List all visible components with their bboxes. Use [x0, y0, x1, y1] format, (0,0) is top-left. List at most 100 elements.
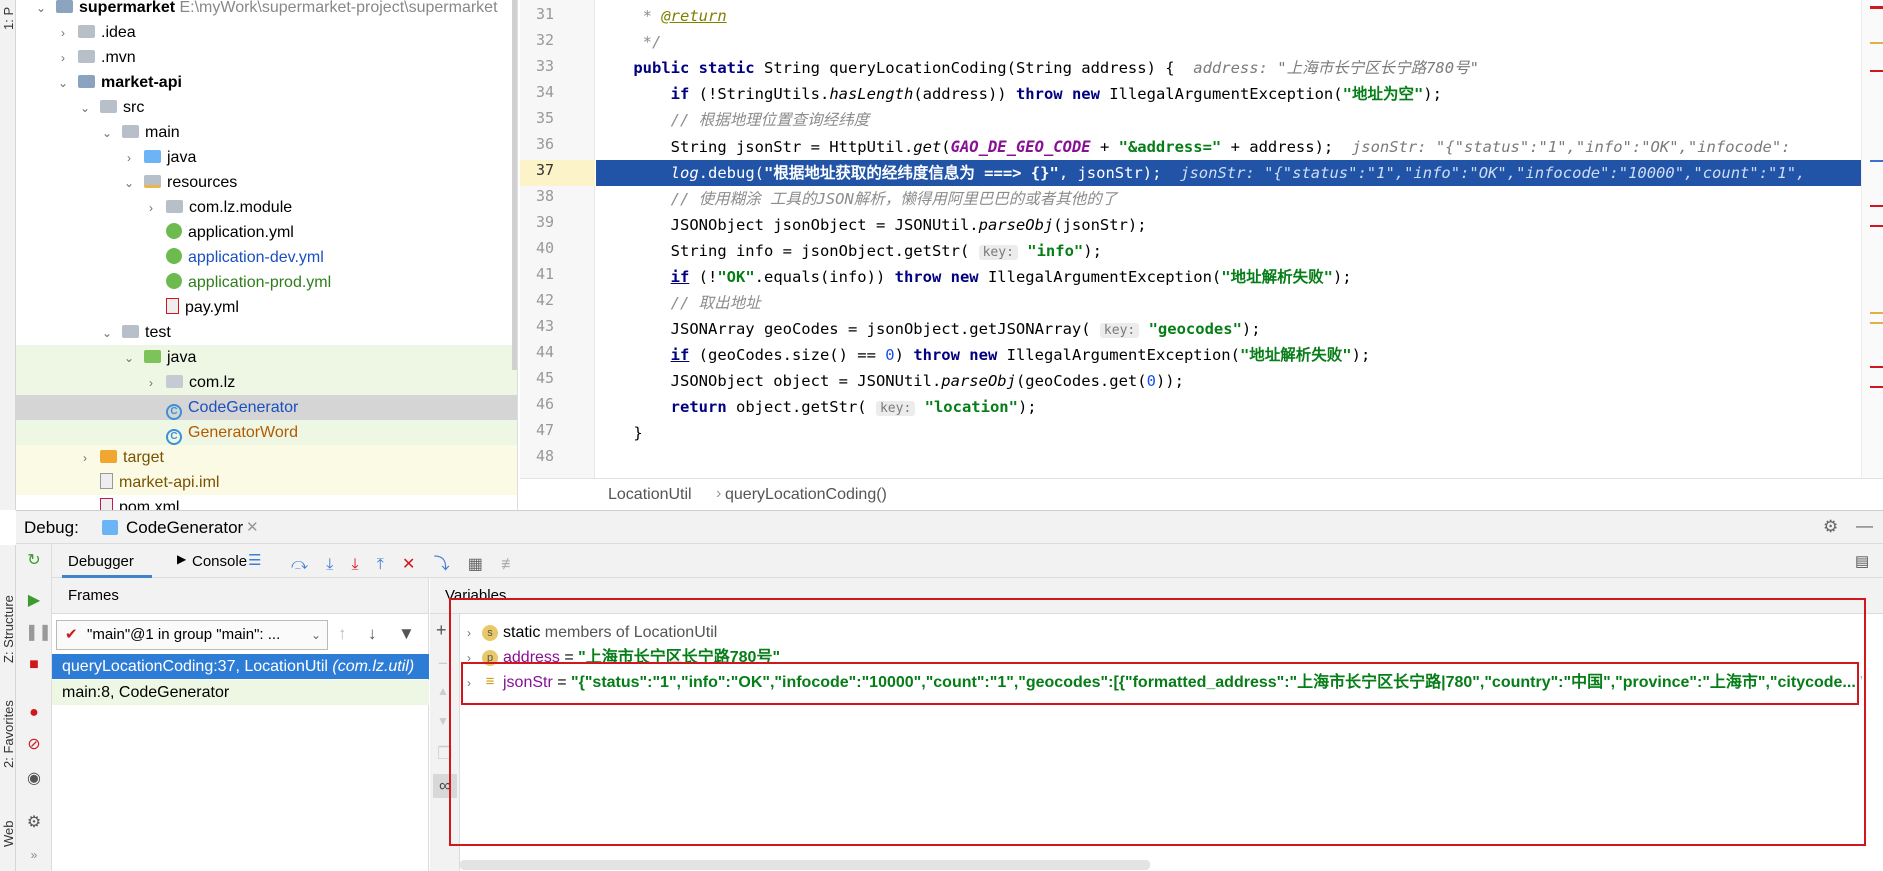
chevron-down-icon[interactable]: ⌄ [34, 0, 48, 21]
breadcrumb-method[interactable]: queryLocationCoding() [725, 486, 887, 504]
line-number: 38 [535, 187, 554, 205]
frame-item[interactable]: queryLocationCoding:37, LocationUtil (co… [52, 654, 429, 679]
project-side-tab[interactable]: 1: P [1, 7, 16, 30]
drop-frame-icon[interactable]: ✕ [402, 554, 415, 574]
line-number: 47 [535, 421, 554, 439]
tree-item[interactable]: ⌄ test [16, 320, 517, 346]
mute-breakpoints-icon[interactable]: ⊘ [25, 736, 43, 754]
favorites-side-tab[interactable]: 2: Favorites [1, 700, 16, 768]
tree-item[interactable]: pom.xml [16, 495, 517, 510]
breadcrumb-class[interactable]: LocationUtil [608, 486, 692, 504]
frame-item[interactable]: main:8, CodeGenerator [52, 680, 429, 705]
tree-item[interactable]: ⌄ main [16, 120, 517, 146]
close-icon[interactable]: ✕ [246, 518, 259, 536]
annotation-box-variables [449, 598, 1866, 846]
debug-session-tab[interactable]: CodeGenerator [126, 518, 243, 538]
line-number: 35 [535, 109, 554, 127]
tree-item[interactable]: ⌄ resources [16, 170, 517, 196]
run-to-cursor-icon[interactable]: ⤵ [434, 550, 450, 574]
settings-icon[interactable]: ⚙ [25, 814, 43, 832]
editor-gutter: 31 32 33 34 35 36 37 38 39 40 41 42 43 44 45 46 47 48 [520, 0, 595, 478]
tree-item[interactable]: › java [16, 145, 517, 171]
layout-menu-icon[interactable]: ☰ [248, 551, 261, 569]
line-number: 43 [535, 317, 554, 335]
tree-item[interactable]: ⌄ src [16, 95, 517, 121]
tab-debugger[interactable]: Debugger [68, 553, 134, 570]
minimize-icon[interactable]: — [1856, 516, 1873, 536]
project-tree: ⌄ supermarket E:\myWork\supermarket-proje… [16, 0, 518, 510]
debug-header: Debug: CodeGenerator ✕ ⚙ — [16, 510, 1883, 544]
code-line-31: * @return [633, 7, 727, 25]
chevron-down-icon[interactable]: ⌄ [78, 96, 92, 121]
camera-icon[interactable]: ◉ [25, 770, 43, 788]
module-folder-icon [78, 75, 95, 88]
chevron-right-icon[interactable]: › [56, 46, 70, 71]
web-side-tab[interactable]: Web [1, 821, 16, 848]
chevron-right-icon[interactable]: › [122, 146, 136, 171]
code-editor[interactable]: * @return */ public static String queryL… [596, 0, 1883, 478]
more-icon[interactable]: » [25, 846, 43, 864]
maven-file-icon [100, 498, 113, 510]
tree-item[interactable]: ⌄ java [16, 345, 517, 371]
chevron-right-icon[interactable]: › [144, 196, 158, 221]
chevron-down-icon[interactable]: ⌄ [122, 346, 136, 371]
tree-item-label: test [145, 324, 171, 341]
tree-item[interactable]: market-api.iml [16, 470, 517, 495]
trace-icon[interactable]: ≢ [501, 556, 517, 574]
tree-item[interactable]: ⌄ supermarket E:\myWork\supermarket-proje… [16, 0, 517, 21]
arrow-up-icon[interactable]: ↑ [338, 624, 347, 644]
remove-watch-icon[interactable]: − [438, 654, 448, 674]
stop-icon[interactable]: ■ [25, 656, 43, 674]
tree-scrollbar[interactable] [512, 0, 517, 370]
chevron-down-icon[interactable]: ⌄ [100, 321, 114, 346]
tree-item[interactable]: application.yml [16, 220, 517, 245]
layout-icon[interactable]: ▤ [1855, 552, 1869, 570]
tree-item[interactable]: pay.yml [16, 295, 517, 320]
chevron-right-icon[interactable]: › [78, 446, 92, 471]
tree-item[interactable]: › .mvn [16, 45, 517, 71]
tree-item[interactable]: C CodeGenerator [16, 395, 517, 420]
add-watch-icon[interactable]: + [436, 620, 447, 641]
folder-icon [144, 150, 161, 163]
folder-icon [100, 100, 117, 113]
error-stripe[interactable] [1861, 0, 1883, 478]
show-execution-point-icon[interactable]: ⤼ [291, 556, 308, 574]
chevron-right-icon[interactable]: › [56, 21, 70, 46]
gear-icon[interactable]: ⚙ [1823, 517, 1838, 537]
evaluate-icon[interactable]: ▦ [468, 554, 483, 574]
resume-icon[interactable]: ▶ [25, 592, 43, 610]
move-up-icon[interactable]: ▲ [437, 684, 449, 698]
structure-side-tab[interactable]: Z: Structure [1, 595, 16, 663]
line-number: 39 [535, 213, 554, 231]
tree-item-label: java [167, 149, 197, 166]
move-down-icon[interactable]: ▼ [437, 714, 449, 728]
step-out-icon[interactable]: ⤒ [377, 556, 384, 574]
arrow-down-icon[interactable]: ↓ [368, 624, 377, 644]
chevron-down-icon[interactable]: ⌄ [100, 121, 114, 146]
view-breakpoints-icon[interactable]: ● [25, 704, 43, 722]
pause-icon[interactable]: ❚❚ [25, 624, 52, 642]
step-over-icon[interactable]: ⤓ [326, 556, 333, 574]
step-into-icon[interactable]: ⤓ [352, 556, 359, 574]
tree-item[interactable]: › com.lz.module [16, 195, 517, 221]
chevron-down-icon[interactable]: ⌄ [122, 171, 136, 196]
jsonstr-hint-current: jsonStr: "{"status":"1","info":"OK","inf… [1180, 164, 1806, 182]
tree-item[interactable]: › .idea [16, 20, 517, 46]
tree-item[interactable]: application-prod.yml [16, 270, 517, 295]
tree-item-label: com.lz.module [189, 199, 293, 216]
horizontal-scrollbar[interactable] [460, 860, 1150, 870]
tree-item[interactable]: ⌄ market-api [16, 70, 517, 96]
chevron-right-icon[interactable]: › [144, 371, 158, 396]
tab-console[interactable]: Console [192, 553, 247, 570]
tree-item[interactable]: C GeneratorWord [16, 420, 517, 445]
rerun-icon[interactable]: ↻ [25, 552, 43, 570]
filter-icon[interactable]: ▼ [398, 624, 415, 644]
thread-select[interactable]: ✔ "main"@1 in group "main": ... ⌄ [56, 620, 328, 650]
package-icon [166, 375, 183, 388]
tree-item[interactable]: application-dev.yml [16, 245, 517, 270]
tree-item[interactable]: › target [16, 445, 517, 471]
code-line-38: // 使用糊涂 工具的JSON解析，懒得用阿里巴巴的或者其他的了 [596, 190, 1118, 208]
line-number: 45 [535, 369, 554, 387]
tree-item[interactable]: › com.lz [16, 370, 517, 396]
chevron-down-icon[interactable]: ⌄ [56, 71, 70, 96]
